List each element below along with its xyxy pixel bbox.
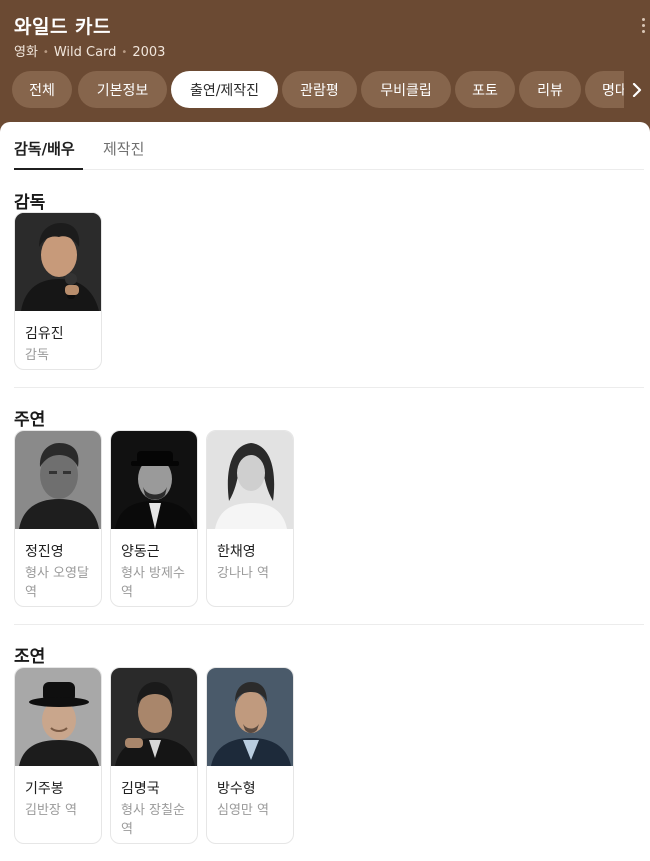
person-card[interactable]: 방수형 심영만 역 [206,667,294,844]
person-name: 정진영 [25,544,64,560]
genre-label: 영화 [14,45,38,60]
section-title-supporting-cast: 조연 [14,647,46,667]
page-title: 와일드 카드 [14,16,112,38]
movie-meta: 영화 • Wild Card • 2003 [14,41,165,60]
tab-movie-clips[interactable]: 무비클립 [361,71,451,108]
subtab-active-indicator [14,168,83,170]
person-role: 김반장 역 [25,803,77,818]
person-photo [15,431,101,529]
original-title: Wild Card [53,45,117,60]
tab-label: 포토 [472,82,498,99]
tab-label: 명대 [602,82,624,99]
tab-label: 출연/제작진 [189,82,260,99]
person-role: 강나나 역 [217,566,269,581]
person-photo [207,668,293,766]
person-photo [111,431,197,529]
tab-cast-crew[interactable]: 출연/제작진 [171,71,278,108]
person-photo [111,668,197,766]
more-options-icon[interactable] [638,18,648,38]
person-name: 김명국 [121,781,160,797]
section-title-director: 감독 [14,193,46,213]
person-name: 기주봉 [25,781,64,797]
person-card[interactable]: 기주봉 김반장 역 [14,667,102,844]
tab-reviews[interactable]: 리뷰 [519,71,581,108]
tab-photos[interactable]: 포토 [455,71,515,108]
person-role: 형사 방제수 역 [121,566,185,600]
tab-overview[interactable]: 전체 [12,71,72,108]
person-card[interactable]: 한채영 강나나 역 [206,430,294,607]
tab-famous-lines[interactable]: 명대 [585,71,624,108]
tab-basic-info[interactable]: 기본정보 [78,71,167,108]
person-role: 감독 [25,348,49,363]
tab-scroll-next-button[interactable] [624,71,650,108]
tab-label: 무비클립 [380,82,432,99]
person-role: 형사 오영달 역 [25,566,89,600]
person-name: 김유진 [25,326,64,342]
tab-label: 리뷰 [537,82,563,99]
person-photo [15,668,101,766]
header: 와일드 카드 영화 • Wild Card • 2003 [0,0,650,134]
tab-bar: 전체 기본정보 출연/제작진 관람평 무비클립 포토 리뷰 명대 [12,71,624,108]
subtab-production-crew[interactable]: 제작진 [103,138,144,159]
section-divider [14,624,644,625]
section-title-lead-cast: 주연 [14,410,46,430]
subtab-director-actors[interactable]: 감독/배우 [14,138,75,159]
person-role: 심영만 역 [217,803,269,818]
chevron-right-icon [632,82,642,97]
cast-crew-panel: 감독/배우 제작진 감독 김유진 감독 주연 정진영 형사 오영달 역 양동근 … [0,122,650,861]
person-card[interactable]: 정진영 형사 오영달 역 [14,430,102,607]
person-name: 양동근 [121,544,160,560]
person-role: 형사 장칠순 역 [121,803,185,837]
subtab-divider [14,169,644,170]
tab-ratings[interactable]: 관람평 [282,71,357,108]
tab-label: 기본정보 [96,82,149,99]
person-card[interactable]: 김유진 감독 [14,212,102,370]
tab-label: 관람평 [300,82,339,99]
person-photo [15,213,101,311]
separator-dot: • [42,47,49,58]
year-label: 2003 [132,45,166,60]
person-photo [207,431,293,529]
person-name: 한채영 [217,544,256,560]
person-name: 방수형 [217,781,256,797]
section-divider [14,387,644,388]
person-card[interactable]: 양동근 형사 방제수 역 [110,430,198,607]
person-card[interactable]: 김명국 형사 장칠순 역 [110,667,198,844]
separator-dot: • [121,47,128,58]
tab-label: 전체 [29,82,55,99]
